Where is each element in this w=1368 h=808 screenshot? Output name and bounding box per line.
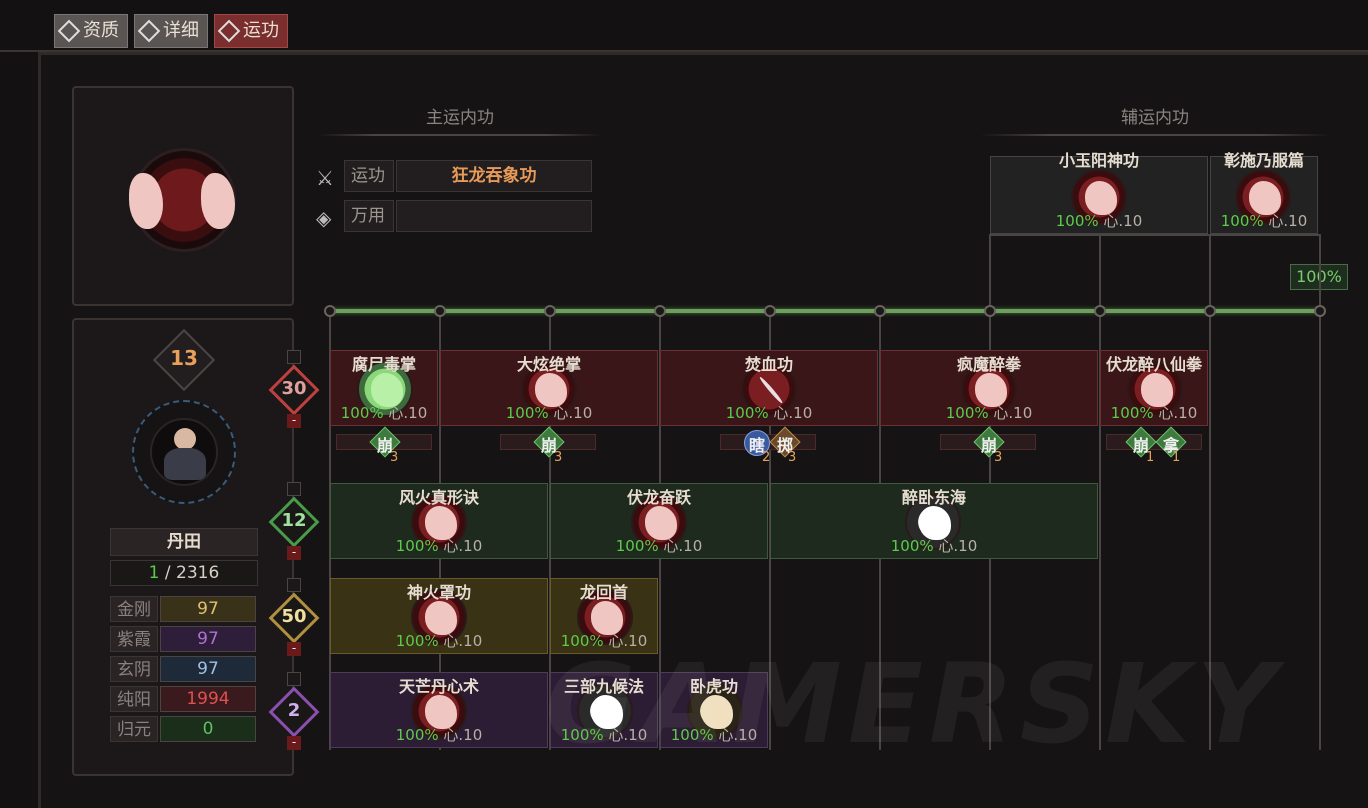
skill-card[interactable]: 腐尸毒掌 100% 心.10 [330,350,438,426]
diamond-icon [57,19,81,43]
aux-section-title: 辅运内功 [980,106,1330,136]
plus-button[interactable] [287,578,301,592]
stat-label-xuanyin: 玄阴 [110,656,158,682]
row-level-value: 12 [281,510,307,531]
run-label: 运功 [344,160,394,192]
tab-aptitude[interactable]: 资质 [54,14,128,48]
row-level-value: 2 [287,700,301,721]
skill-card[interactable]: 伏龙奋跃 100% 心.10 [550,483,768,559]
minus-button[interactable]: - [287,414,301,428]
aux-skill-card[interactable]: 小玉阳神功 100% 心.10 [990,151,1208,234]
run-skill-slot[interactable]: 狂龙吞象功 [396,160,592,192]
stat-value-jingang: 97 [160,596,256,622]
skill-card[interactable]: 神火罩功 100% 心.10 [330,578,548,654]
stat-label-jingang: 金刚 [110,596,158,622]
tab-details[interactable]: 详细 [134,14,208,48]
skill-card[interactable]: 焚血功 100% 心.10 [660,350,878,426]
stat-label-guiyuan: 归元 [110,716,158,742]
skill-card[interactable]: 天芒丹心术 100% 心.10 [330,672,548,748]
crossed-swords-icon: ⚔ [316,166,334,190]
dantian-current: 1 [148,563,160,583]
diamond-icon [217,19,241,43]
universal-icon: ◈ [316,206,332,230]
skill-card[interactable]: 疯魔醉拳 100% 心.10 [880,350,1098,426]
stat-value-guiyuan: 0 [160,716,256,742]
progress-line [330,309,1320,313]
aux-skill-card[interactable]: 彰施乃服篇 100% 心.10 [1210,151,1318,234]
watermark: GAMERSKY [545,640,1282,768]
aux-skill-name: 彰施乃服篇 [1223,151,1304,170]
plus-button[interactable] [287,350,301,364]
main-section-title: 主运内功 [318,106,602,136]
stat-label-zixia: 紫霞 [110,626,158,652]
hand-icon [129,173,163,229]
skill-card[interactable]: 风火真形诀 100% 心.10 [330,483,548,559]
row-level-value: 30 [281,378,307,399]
skill-card[interactable]: 大炫绝掌 100% 心.10 [440,350,658,426]
avatar[interactable] [150,418,218,486]
skill-card[interactable]: 龙回首 100% 心.10 [550,578,658,654]
diamond-icon [137,19,161,43]
stat-value-zixia: 97 [160,626,256,652]
universal-label: 万用 [344,200,394,232]
minus-button[interactable]: - [287,546,301,560]
minus-button[interactable]: - [287,736,301,750]
stat-value-xuanyin: 97 [160,656,256,682]
main-skill-icon[interactable] [129,148,236,252]
plus-button[interactable] [287,672,301,686]
minus-button[interactable]: - [287,642,301,656]
skill-card[interactable]: 醉卧东海 100% 心.10 [770,483,1098,559]
dantian-max: / 2316 [164,563,220,583]
universal-skill-slot[interactable] [396,200,592,232]
stat-label-chunyang: 纯阳 [110,686,158,712]
aux-skill-name: 小玉阳神功 [1058,151,1139,170]
tab-meridian[interactable]: 运功 [214,14,288,48]
main-skill-portrait-panel [72,86,294,306]
dantian-label: 丹田 [110,528,258,556]
hand-icon [201,173,235,229]
skill-card[interactable]: 伏龙醉八仙拳 100% 心.10 [1100,350,1208,426]
character-level: 13 [170,346,198,370]
dantian-value: 1 / 2316 [110,560,258,586]
stat-value-chunyang: 1994 [160,686,256,712]
row-level-value: 50 [281,606,307,627]
plus-button[interactable] [287,482,301,496]
